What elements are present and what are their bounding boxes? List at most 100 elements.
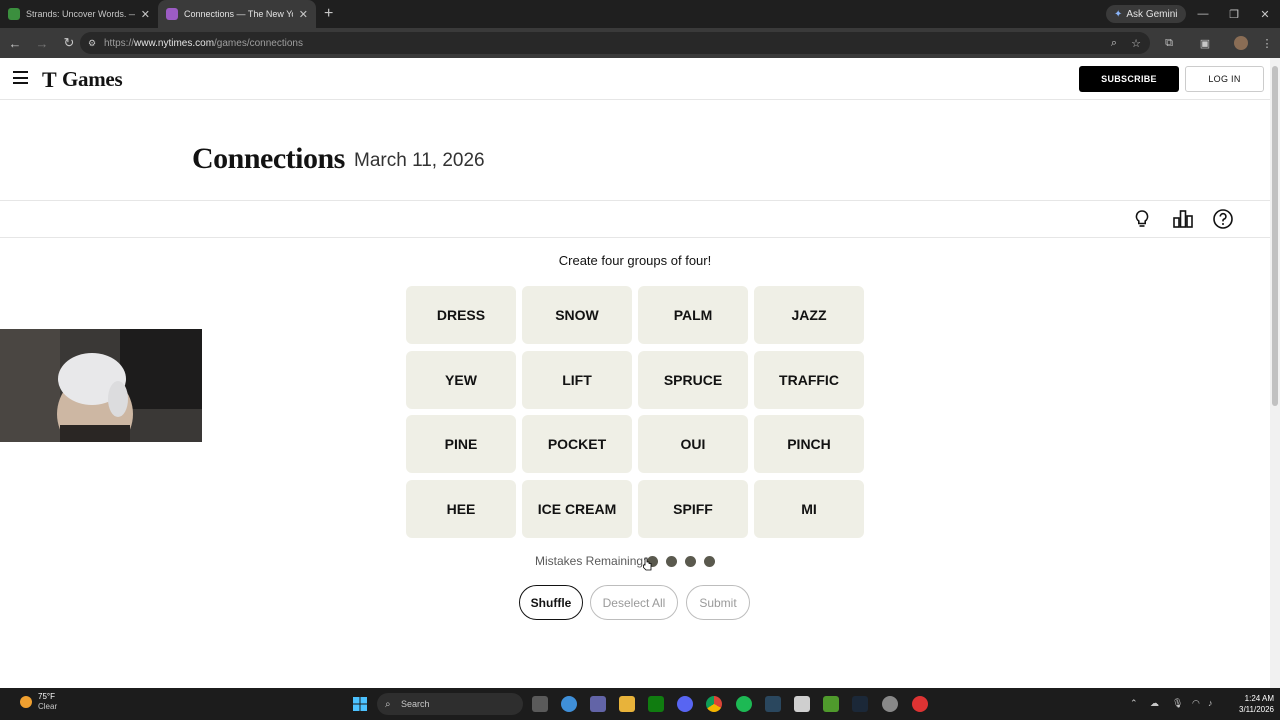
system-clock[interactable]: 1:24 AM 3/11/2026 (1222, 693, 1274, 715)
scroll-thumb[interactable] (1272, 66, 1278, 406)
new-tab-icon[interactable]: + (316, 5, 341, 23)
calculator-icon[interactable] (794, 696, 810, 712)
search-icon: ⌕ (385, 698, 391, 710)
microphone-icon[interactable]: 🎙 (1172, 698, 1183, 709)
gemini-sparkle-icon: ✦ (1114, 8, 1123, 20)
side-panel-icon[interactable]: ▣ (1196, 34, 1214, 52)
word-tile[interactable]: JAZZ (754, 286, 864, 344)
url-bar[interactable]: ⚙ https://www.nytimes.com/games/connecti… (80, 32, 1150, 54)
windows-start-icon[interactable] (352, 696, 368, 712)
record-app-icon[interactable] (912, 696, 928, 712)
page-title: Connections (192, 142, 345, 175)
browser-tab-bar: Strands: Uncover Words. — The ✕ Connecti… (0, 0, 1280, 28)
game-instructions: Create four groups of four! (558, 253, 712, 268)
bookmark-star-icon[interactable]: ☆ (1127, 34, 1145, 52)
ask-gemini-button[interactable]: ✦ Ask Gemini (1106, 5, 1186, 23)
tab-strands[interactable]: Strands: Uncover Words. — The ✕ (0, 0, 158, 28)
onedrive-icon[interactable]: ☁ (1150, 698, 1159, 709)
hamburger-menu-icon[interactable] (13, 71, 28, 84)
word-tile[interactable]: OUI (638, 415, 748, 473)
volume-icon[interactable]: ♪ (1208, 698, 1213, 708)
mistakes-remaining-dots (647, 556, 715, 567)
divider (0, 200, 1270, 201)
login-button[interactable]: LOG IN (1185, 66, 1264, 92)
weather-moon-icon (20, 696, 32, 708)
tray-chevron-icon[interactable]: ⌃ (1130, 698, 1138, 709)
word-tile[interactable]: YEW (406, 350, 516, 409)
extensions-icon[interactable]: ⧉ (1160, 34, 1178, 52)
steam-app-icon[interactable] (852, 696, 868, 712)
ask-gemini-label: Ask Gemini (1126, 8, 1178, 20)
word-tile[interactable]: POCKET (522, 415, 632, 473)
submit-button[interactable]: Submit (686, 585, 750, 620)
webcam-overlay (0, 329, 202, 442)
tab-title: Strands: Uncover Words. — The (26, 9, 135, 19)
settings-gear-icon[interactable] (882, 696, 898, 712)
reload-icon[interactable]: ↻ (57, 31, 81, 55)
zoom-icon[interactable]: ⌕ (1105, 34, 1123, 52)
tab-title: Connections — The New York T (184, 9, 293, 19)
word-tile[interactable]: PINE (406, 415, 516, 473)
word-tile[interactable]: SPIFF (638, 479, 748, 538)
file-explorer-icon[interactable] (619, 696, 635, 712)
word-tile[interactable]: HEE (406, 479, 516, 538)
profile-avatar[interactable] (1232, 34, 1250, 52)
hint-lightbulb-icon[interactable] (1131, 208, 1153, 230)
strands-favicon-icon (8, 8, 20, 20)
word-tile[interactable]: LIFT (522, 350, 632, 409)
word-tile[interactable]: ICE CREAM (522, 479, 632, 538)
mistakes-label: Mistakes Remaining: (535, 554, 647, 568)
url-host: www.nytimes.com (134, 37, 215, 49)
window-close-icon[interactable]: ✕ (1249, 0, 1280, 28)
word-tile[interactable]: SNOW (522, 286, 632, 344)
weather-widget[interactable]: 75°F Clear (20, 692, 57, 712)
mistake-dot (685, 556, 696, 567)
xbox-icon[interactable] (648, 696, 664, 712)
wifi-icon[interactable]: ◠ (1192, 698, 1200, 709)
connections-favicon-icon (166, 8, 178, 20)
subscribe-button[interactable]: SUBSCRIBE (1079, 66, 1179, 92)
teams-icon[interactable] (590, 696, 606, 712)
word-tile[interactable]: SPRUCE (638, 350, 748, 409)
back-icon[interactable]: ← (3, 31, 27, 55)
shuffle-button[interactable]: Shuffle (519, 585, 583, 620)
word-tile[interactable]: TRAFFIC (754, 350, 864, 409)
word-tile[interactable]: MI (754, 479, 864, 538)
steam-icon[interactable] (765, 696, 781, 712)
puzzle-date: March 11, 2026 (354, 150, 485, 171)
taskbar-search-label: Search (401, 699, 430, 709)
site-info-icon[interactable]: ⚙ (88, 38, 96, 49)
taskbar-search[interactable]: ⌕ Search (377, 693, 523, 715)
deselect-all-button[interactable]: Deselect All (590, 585, 678, 620)
close-tab-icon[interactable]: ✕ (141, 8, 150, 21)
chrome-icon[interactable] (706, 696, 722, 712)
discord-icon[interactable] (677, 696, 693, 712)
restore-icon[interactable]: ❐ (1218, 0, 1250, 28)
minecraft-icon[interactable] (823, 696, 839, 712)
windows-taskbar: 75°F Clear ⌕ Search ⌃ ☁ 🎙 ◠ ♪ 1:24 AM 3/… (0, 688, 1280, 720)
site-header: T Games SUBSCRIBE LOG IN (0, 58, 1270, 100)
word-tile[interactable]: DRESS (406, 286, 516, 344)
word-grid: DRESS SNOW PALM JAZZ YEW LIFT SPRUCE TRA… (406, 286, 864, 538)
spotify-icon[interactable] (736, 696, 752, 712)
page-scrollbar[interactable] (1270, 58, 1280, 688)
nyt-logo-icon[interactable]: T (42, 67, 57, 93)
url-scheme: https:// (104, 37, 135, 49)
clock-time: 1:24 AM (1244, 694, 1274, 703)
clock-date: 3/11/2026 (1239, 705, 1274, 714)
games-logo[interactable]: Games (62, 67, 123, 92)
browser-menu-icon[interactable]: ⋮ (1258, 34, 1276, 52)
word-tile[interactable]: PINCH (754, 415, 864, 473)
address-toolbar: ← → ↻ ⚙ https://www.nytimes.com/games/co… (0, 28, 1280, 58)
weather-condition: Clear (38, 702, 58, 711)
word-tile[interactable]: PALM (638, 286, 748, 344)
tab-connections[interactable]: Connections — The New York T ✕ (158, 0, 316, 28)
stats-chart-icon[interactable] (1172, 208, 1194, 230)
minimize-icon[interactable]: — (1187, 0, 1219, 28)
forward-icon[interactable]: → (30, 31, 54, 55)
task-view-icon[interactable] (532, 696, 548, 712)
close-tab-icon[interactable]: ✕ (299, 8, 308, 21)
help-icon[interactable] (1212, 208, 1234, 230)
copilot-icon[interactable] (561, 696, 577, 712)
url-path: /games/connections (214, 37, 303, 49)
